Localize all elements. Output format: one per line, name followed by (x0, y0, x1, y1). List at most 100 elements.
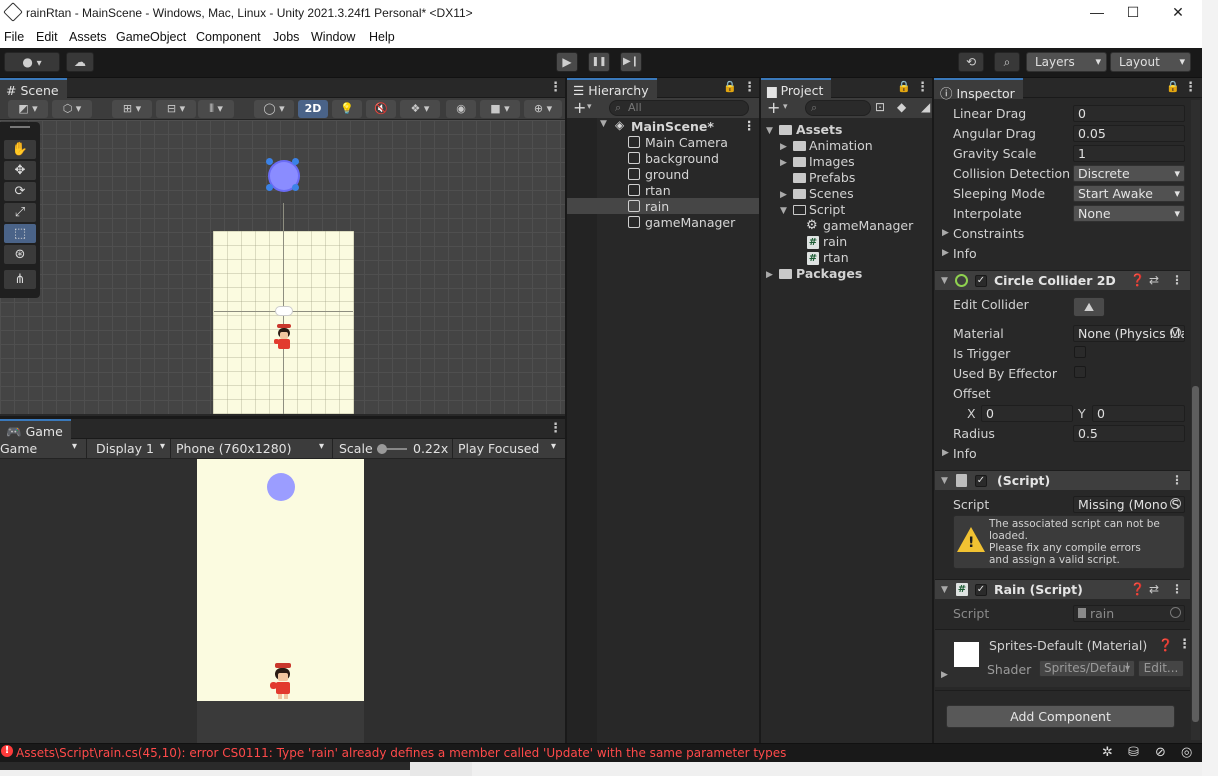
project-folder-script[interactable]: Script (809, 202, 845, 217)
rect-handle-tl[interactable] (266, 158, 273, 165)
help-icon[interactable]: ❓ (1158, 638, 1173, 652)
layout-dropdown[interactable]: Layout (1110, 52, 1191, 72)
missing-script-field[interactable]: Missing (Mono S (1073, 496, 1185, 513)
menu-file[interactable]: File (4, 30, 24, 44)
display-select[interactable]: Display 1 (96, 441, 154, 456)
game-view-select[interactable]: Game (0, 441, 37, 456)
expand-arrow-icon[interactable]: ▶ (942, 248, 949, 258)
palette-grip[interactable] (10, 126, 30, 128)
expand-arrow-icon[interactable]: ▶ (780, 158, 787, 168)
cloud-button[interactable]: ☁ (66, 52, 94, 72)
preset-icon[interactable]: ⇄ (1149, 273, 1159, 287)
project-folder-animation[interactable]: Animation (809, 138, 873, 153)
scene-menu-icon[interactable]: ⋮ (549, 80, 562, 95)
visibility-toggle[interactable]: ◉ (446, 100, 476, 118)
gizmos-dropdown[interactable]: ⊕ ▾ (524, 100, 562, 118)
hierarchy-item[interactable]: background (567, 150, 759, 166)
lock-icon[interactable]: 🔒 (723, 80, 737, 93)
scale-tool-button[interactable]: ⤢ (4, 203, 36, 222)
favorite-icon[interactable]: ◢ (921, 100, 930, 114)
auto-generate-lighting-icon[interactable]: ⊘ (1155, 745, 1166, 760)
packages-folder[interactable]: Packages (796, 266, 862, 281)
add-component-button[interactable]: Add Component (946, 705, 1175, 728)
scene-root-row[interactable]: ▼ ◈ MainScene* ⋮ (567, 118, 759, 134)
expand-arrow-icon[interactable]: ▼ (600, 119, 607, 129)
hierarchy-menu-icon[interactable]: ⋮ (743, 80, 756, 95)
material-preview-swatch[interactable] (954, 642, 979, 667)
rect-tool-button[interactable]: ⬚ (4, 224, 36, 243)
console-error-message[interactable]: Assets\Script\rain.cs(45,10): error CS01… (16, 746, 786, 760)
progress-icon[interactable]: ◎ (1181, 745, 1192, 760)
add-object-button[interactable]: + (573, 98, 586, 117)
play-button[interactable]: ▶ (556, 52, 578, 72)
project-folder-prefabs[interactable]: Prefabs (809, 170, 855, 185)
expand-arrow-icon[interactable]: ▶ (941, 670, 948, 680)
hierarchy-item[interactable]: rtan (567, 182, 759, 198)
effects-dropdown[interactable]: ❖ ▾ (400, 100, 440, 118)
scene-rtan-sprite[interactable] (274, 324, 294, 352)
sleeping-mode-dropdown[interactable]: Start Awake (1073, 185, 1185, 202)
pause-button[interactable]: ❚❚ (588, 52, 610, 72)
rigidbody-info-foldout[interactable]: Info (953, 246, 977, 261)
create-asset-button[interactable]: + (767, 98, 780, 117)
play-mode-select[interactable]: Play Focused (458, 441, 539, 456)
expand-arrow-icon[interactable]: ▶ (766, 270, 773, 280)
maximize-button[interactable]: ☐ (1118, 3, 1148, 23)
offset-x-field[interactable]: 0 (981, 405, 1073, 422)
game-menu-icon[interactable]: ⋮ (549, 421, 562, 436)
scale-slider-thumb[interactable] (377, 444, 387, 454)
assets-folder[interactable]: Assets (796, 122, 842, 137)
radius-field[interactable]: 0.5 (1073, 425, 1185, 442)
shader-edit-button[interactable]: Edit... (1138, 660, 1184, 677)
audio-toggle[interactable]: 🔇 (366, 100, 396, 118)
offset-y-field[interactable]: 0 (1092, 405, 1185, 422)
rect-handle-tr[interactable] (292, 158, 299, 165)
shading-dropdown[interactable]: ◯ ▾ (254, 100, 294, 118)
scene-row-menu-icon[interactable]: ⋮ (743, 118, 756, 133)
account-button[interactable]: ● ▾ (4, 52, 60, 72)
inspector-menu-icon[interactable]: ⋮ (1184, 80, 1197, 95)
angular-drag-field[interactable]: 0.05 (1073, 125, 1185, 142)
missing-script-header[interactable]: ▼ ✓ (Script) ⋮ (935, 470, 1190, 490)
project-menu-icon[interactable]: ⋮ (916, 80, 929, 95)
project-folder-images[interactable]: Images (809, 154, 855, 169)
lock-icon[interactable]: 🔒 (1166, 80, 1180, 93)
rotate-tool-button[interactable]: ⟳ (4, 182, 36, 201)
snap-dropdown[interactable]: ⊞ ▾ (112, 100, 152, 118)
transform-tool-button[interactable]: ⊛ (4, 245, 36, 264)
expand-arrow-icon[interactable]: ▶ (780, 142, 787, 152)
hierarchy-item[interactable]: Main Camera (567, 134, 759, 150)
script-rain[interactable]: rain (823, 234, 847, 249)
rect-handle-br[interactable] (292, 184, 299, 191)
camera-dropdown[interactable]: ■ ▾ (480, 100, 520, 118)
grid-dropdown[interactable]: ⊟ ▾ (156, 100, 196, 118)
expand-arrow-icon[interactable]: ▶ (942, 228, 949, 238)
inspector-scrollbar-thumb[interactable] (1192, 386, 1199, 722)
increment-dropdown[interactable]: ⦀ ▾ (198, 100, 234, 118)
collider-info-foldout[interactable]: Info (953, 446, 977, 461)
shader-dropdown[interactable]: Sprites/Defaul ▾ (1039, 660, 1135, 677)
component-menu-icon[interactable]: ⋮ (1171, 473, 1183, 487)
layers-dropdown[interactable]: Layers (1026, 52, 1107, 72)
tab-hierarchy[interactable]: ☰ Hierarchy (567, 78, 657, 99)
menu-edit[interactable]: Edit (36, 30, 58, 44)
gravity-scale-field[interactable]: 1 (1073, 145, 1185, 162)
component-menu-icon[interactable]: ⋮ (1171, 273, 1183, 287)
expand-arrow-icon[interactable]: ▶ (942, 448, 949, 458)
lock-icon[interactable]: 🔒 (897, 80, 911, 93)
draw-mode-dropdown[interactable]: ◩ ▾ (8, 100, 48, 118)
expand-arrow-icon[interactable]: ▼ (780, 206, 787, 216)
cache-icon[interactable]: ⛁ (1128, 745, 1139, 760)
expand-arrow-icon[interactable]: ▼ (941, 276, 948, 286)
help-icon[interactable]: ❓ (1130, 273, 1145, 287)
edit-collider-button[interactable]: ⛰ (1073, 297, 1105, 317)
component-menu-icon[interactable]: ⋮ (1171, 582, 1183, 596)
circle-collider-header[interactable]: ▼ ✓ Circle Collider 2D ❓ ⇄ ⋮ (935, 270, 1190, 290)
constraints-foldout[interactable]: Constraints (953, 226, 1024, 241)
tab-inspector[interactable]: ⓘ Inspector (934, 78, 1023, 101)
object-picker-icon[interactable] (1170, 498, 1181, 509)
menu-gameobject[interactable]: GameObject (116, 30, 186, 44)
menu-window[interactable]: Window (311, 30, 355, 44)
circle-collider-enabled-checkbox[interactable]: ✓ (975, 275, 987, 287)
history-button[interactable]: ⟲ (958, 52, 984, 72)
